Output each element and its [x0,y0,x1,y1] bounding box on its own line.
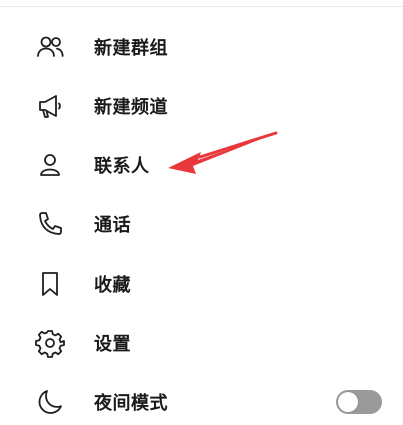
megaphone-icon [34,90,66,122]
side-menu-panel: 新建群组 新建频道 联系人 通话 收藏 设置 夜间模式 [0,0,403,425]
menu-item-contacts[interactable]: 联系人 [0,139,403,191]
top-divider [0,6,403,7]
toggle-knob [338,392,358,412]
menu-item-night-mode[interactable]: 夜间模式 [0,376,403,425]
gear-icon [34,327,66,359]
menu-item-saved[interactable]: 收藏 [0,258,403,310]
menu-item-new-channel[interactable]: 新建频道 [0,80,403,132]
person-icon [34,149,66,181]
moon-icon [34,386,66,418]
menu-item-label: 夜间模式 [94,393,168,414]
menu-item-label: 通话 [94,215,131,236]
menu-item-settings[interactable]: 设置 [0,317,403,369]
users-icon [34,31,66,63]
phone-icon [34,208,66,240]
menu-item-label: 设置 [94,334,131,355]
menu-item-label: 新建频道 [94,97,168,118]
menu-item-label: 收藏 [94,275,131,296]
menu-item-calls[interactable]: 通话 [0,198,403,250]
menu-item-new-group[interactable]: 新建群组 [0,21,403,73]
menu-item-label: 新建群组 [94,38,168,59]
night-mode-toggle[interactable] [336,390,382,414]
menu-item-label: 联系人 [94,156,150,177]
bookmark-icon [34,268,66,300]
